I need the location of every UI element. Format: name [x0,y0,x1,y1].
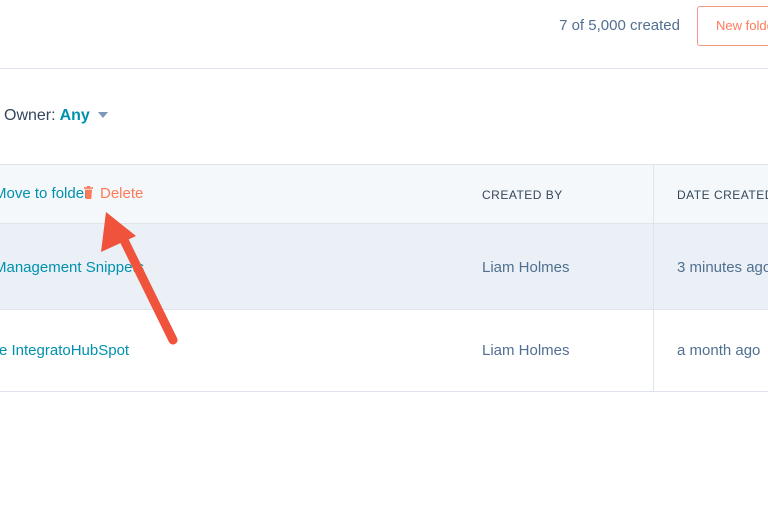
snippet-name-link[interactable]: re IntegratoHubSpot [0,342,129,359]
date-created-cell: 3 minutes ago [677,259,768,276]
owner-filter[interactable]: Owner: Any [4,107,108,125]
date-created-cell: a month ago [677,342,761,359]
delete-label: Delete [100,185,144,202]
trash-icon [84,186,93,203]
owner-filter-value[interactable]: Any [60,107,90,124]
created-by-cell: Liam Holmes [482,259,570,276]
delete-button[interactable]: Delete [84,185,143,203]
created-by-cell: Liam Holmes [482,342,570,359]
owner-filter-label: Owner: [4,107,56,124]
move-to-folder-button[interactable]: Move to folder [0,185,89,202]
caret-down-icon[interactable] [97,111,108,118]
top-bar: 7 of 5,000 created New folder [0,0,768,69]
created-count: 7 of 5,000 created [559,17,680,34]
column-header-created-by[interactable]: CREATED BY [482,188,563,202]
new-folder-button[interactable]: New folder [697,6,768,46]
column-divider [653,164,654,392]
snippet-name-link[interactable]: Management Snippets [0,259,144,276]
filter-row: Owner: Any [0,96,768,140]
column-header-date-created[interactable]: DATE CREATED [677,188,768,202]
